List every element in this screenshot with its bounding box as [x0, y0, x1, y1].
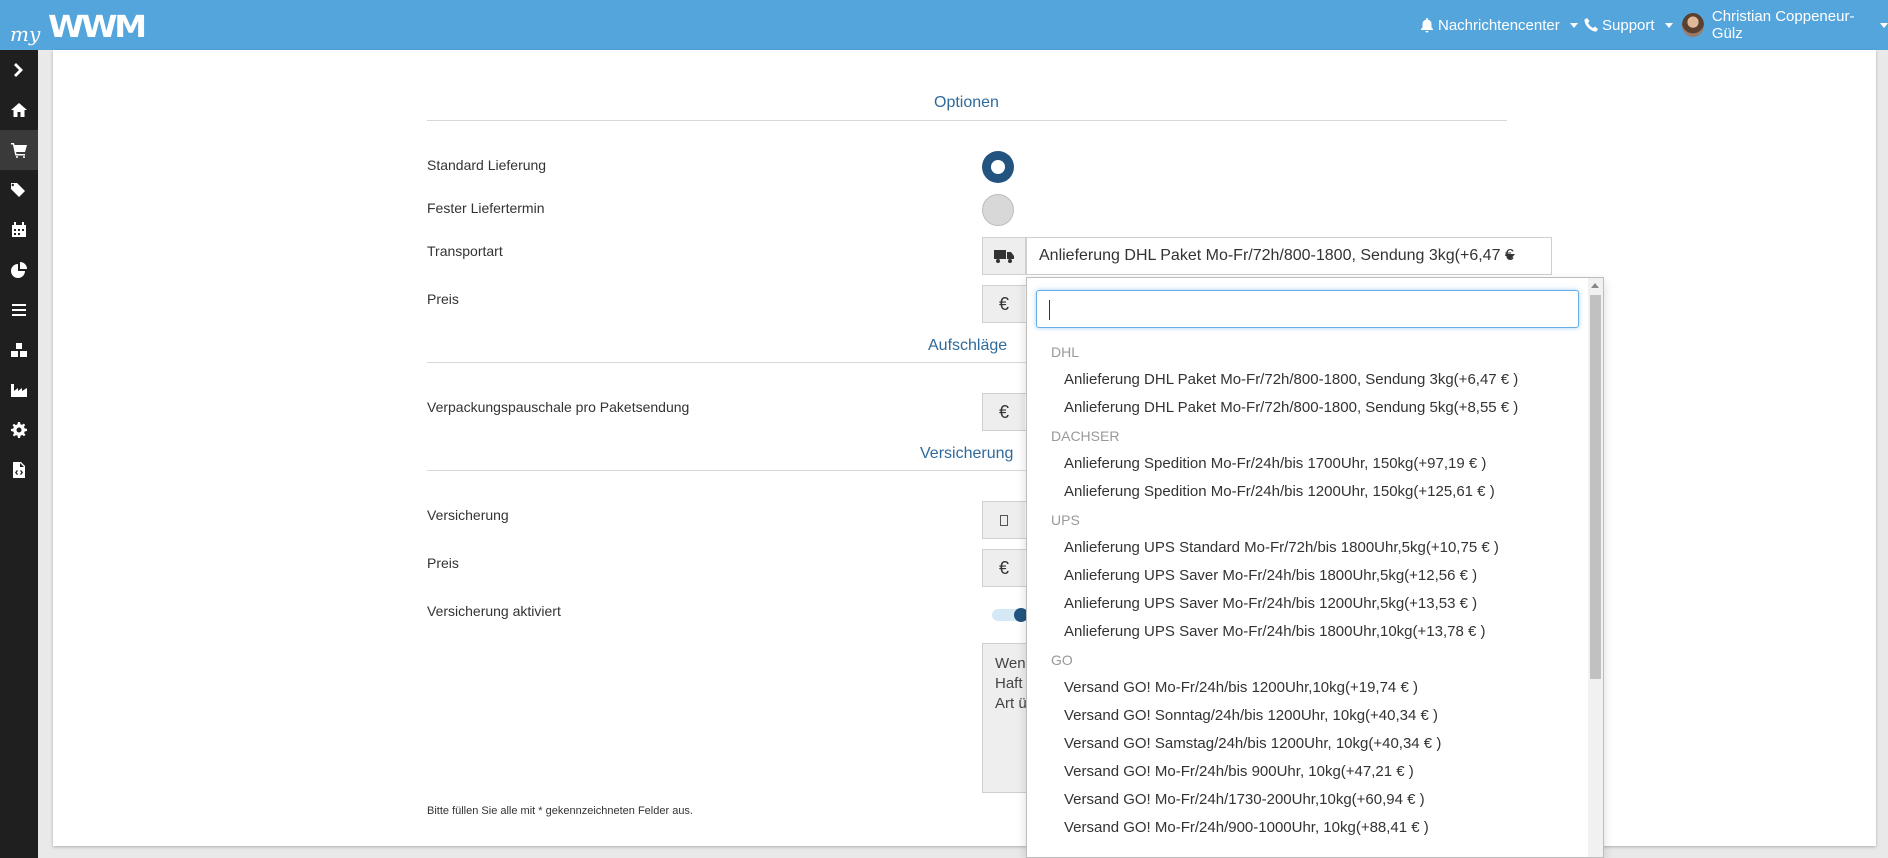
chevron-down-icon	[1505, 254, 1515, 260]
dropdown-option[interactable]: Versand GO! Sonntag/24h/bis 1200Uhr, 10k…	[1027, 702, 1589, 730]
dropdown-option[interactable]: Versand GO! Mo-Fr/24h/1730-200Uhr,10kg(+…	[1027, 786, 1589, 814]
notification-center-label: Nachrichtencenter	[1438, 16, 1560, 34]
support-menu[interactable]: Support	[1584, 0, 1673, 50]
avatar	[1682, 13, 1704, 37]
dropdown-option[interactable]: Versand GO! Mo-Fr/24h/bis 900Uhr, 10kg(+…	[1027, 758, 1589, 786]
insurance-addon	[982, 501, 1026, 539]
dropdown-option[interactable]: Anlieferung UPS Saver Mo-Fr/24h/bis 1800…	[1027, 618, 1589, 646]
industry-icon	[11, 384, 27, 397]
price-currency-addon: €	[982, 285, 1026, 323]
gear-icon	[11, 422, 27, 438]
cart-icon	[11, 143, 27, 158]
list-icon	[12, 304, 26, 316]
section-title-insurance: Versicherung	[920, 445, 1014, 462]
dropdown-options-list: DHL Anlieferung DHL Paket Mo-Fr/72h/800-1…	[1027, 338, 1589, 842]
scroll-up-icon[interactable]	[1591, 283, 1599, 288]
section-title-surcharges: Aufschläge	[928, 337, 1008, 354]
sidebar-item-cart[interactable]	[0, 130, 38, 170]
transport-selected-value: Anlieferung DHL Paket Mo-Fr/72h/800-1800…	[1039, 247, 1514, 264]
tags-icon	[11, 183, 25, 197]
required-fields-note: Bitte füllen Sie alle mit * gekennzeichn…	[427, 805, 693, 817]
support-label: Support	[1602, 16, 1655, 34]
dropdown-option[interactable]: Anlieferung Spedition Mo-Fr/24h/bis 1700…	[1027, 450, 1589, 478]
dropdown-search-input[interactable]	[1036, 290, 1579, 328]
dropdown-group-label: DACHSER	[1051, 428, 1120, 444]
label-standard-delivery: Standard Lieferung	[427, 157, 547, 173]
phone-icon	[1584, 18, 1598, 32]
label-insurance: Versicherung	[427, 507, 509, 523]
notification-center-menu[interactable]: Nachrichtencenter	[1420, 0, 1578, 50]
label-insurance-active: Versicherung aktiviert	[427, 603, 561, 619]
logo-my: my	[10, 22, 41, 46]
label-price: Preis	[427, 291, 459, 307]
home-icon	[11, 103, 27, 117]
calendar-icon	[12, 222, 26, 237]
dropdown-scrollbar[interactable]	[1588, 278, 1603, 857]
file-code-icon	[13, 462, 25, 478]
label-fixed-date: Fester Liefertermin	[427, 200, 545, 216]
logo-wwm: WWM	[48, 10, 147, 45]
dropdown-group-label: UPS	[1051, 512, 1080, 528]
dropdown-option[interactable]: Versand GO! Mo-Fr/24h/900-1000Uhr, 10kg(…	[1027, 814, 1589, 842]
bell-icon	[1421, 17, 1433, 32]
divider	[427, 120, 1507, 121]
scroll-thumb[interactable]	[1590, 295, 1601, 679]
dropdown-option[interactable]: Anlieferung DHL Paket Mo-Fr/72h/800-1800…	[1027, 394, 1589, 422]
top-navbar: my WWM Nachrichtencenter Support Christi…	[0, 0, 1888, 50]
fixed-date-radio[interactable]	[982, 194, 1014, 226]
sidebar-item-settings[interactable]	[0, 410, 38, 450]
transport-dropdown[interactable]: DHL Anlieferung DHL Paket Mo-Fr/72h/800-1…	[1026, 277, 1604, 858]
transport-addon	[982, 237, 1026, 275]
dropdown-option[interactable]: Anlieferung UPS Saver Mo-Fr/24h/bis 1800…	[1027, 562, 1589, 590]
section-title-options: Optionen	[934, 94, 999, 111]
user-name: Christian Coppeneur-Gülz	[1711, 8, 1855, 42]
chevron-right-icon	[14, 63, 23, 77]
dropdown-group-label: GO	[1051, 652, 1073, 668]
label-insurance-price: Preis	[427, 555, 459, 571]
transport-select[interactable]: Anlieferung DHL Paket Mo-Fr/72h/800-1800…	[1026, 237, 1552, 275]
pie-chart-icon	[11, 262, 27, 278]
standard-delivery-radio[interactable]	[982, 151, 1014, 183]
sidebar-toggle[interactable]	[0, 50, 38, 90]
placeholder-glyph-icon	[1000, 514, 1008, 526]
app-logo[interactable]: my WWM	[8, 6, 147, 46]
label-packaging-fee: Verpackungspauschale pro Paketsendung	[427, 399, 690, 415]
user-menu[interactable]: Christian Coppeneur-Gülz	[1682, 0, 1888, 50]
sidebar-item-calendar[interactable]	[0, 210, 38, 250]
dropdown-option[interactable]: Anlieferung DHL Paket Mo-Fr/72h/800-1800…	[1027, 366, 1589, 394]
dropdown-option[interactable]: Versand GO! Samstag/24h/bis 1200Uhr, 10k…	[1027, 730, 1589, 758]
boxes-icon	[11, 343, 27, 357]
sidebar-item-inventory[interactable]	[0, 330, 38, 370]
label-transport: Transportart	[427, 243, 503, 259]
truck-icon	[994, 250, 1014, 263]
sidebar-item-documents[interactable]	[0, 450, 38, 490]
dropdown-group-label: DHL	[1051, 344, 1080, 360]
chevron-down-icon	[1569, 22, 1578, 28]
packaging-currency-addon: €	[982, 393, 1026, 431]
insurance-price-currency-addon: €	[982, 549, 1026, 587]
chevron-down-icon	[1880, 22, 1888, 28]
sidebar-item-reports[interactable]	[0, 250, 38, 290]
sidebar-item-production[interactable]	[0, 370, 38, 410]
chevron-down-icon	[1664, 22, 1673, 28]
dropdown-option[interactable]: Anlieferung Spedition Mo-Fr/24h/bis 1200…	[1027, 478, 1589, 506]
sidebar-item-home[interactable]	[0, 90, 38, 130]
sidebar	[0, 50, 38, 858]
dropdown-option[interactable]: Versand GO! Mo-Fr/24h/bis 1200Uhr,10kg(+…	[1027, 674, 1589, 702]
sidebar-item-tags[interactable]	[0, 170, 38, 210]
sidebar-item-list[interactable]	[0, 290, 38, 330]
dropdown-option[interactable]: Anlieferung UPS Standard Mo-Fr/72h/bis 1…	[1027, 534, 1589, 562]
dropdown-option[interactable]: Anlieferung UPS Saver Mo-Fr/24h/bis 1200…	[1027, 590, 1589, 618]
